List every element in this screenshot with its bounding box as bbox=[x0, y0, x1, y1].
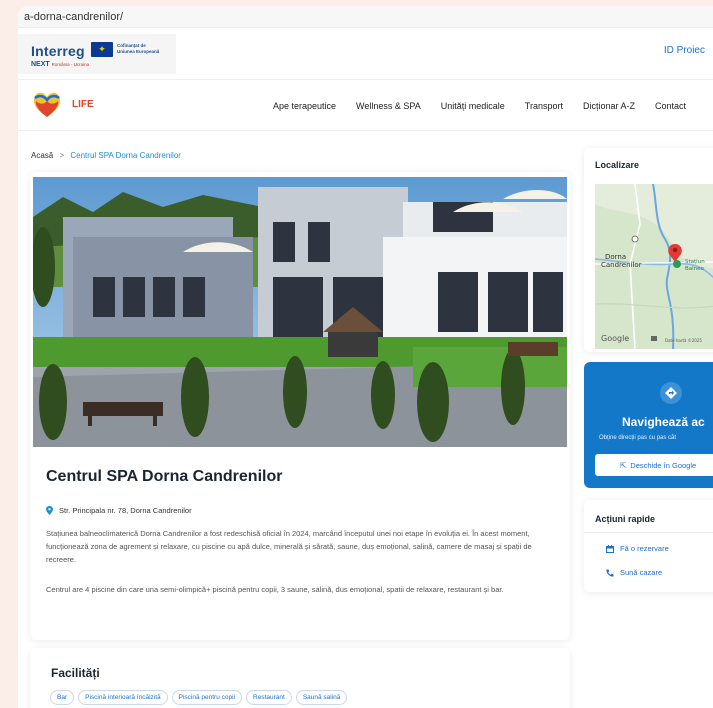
facilities-card: Facilități Bar Piscină interioară încălz… bbox=[30, 648, 570, 708]
nav-item-unitati-medicale[interactable]: Unități medicale bbox=[441, 101, 505, 111]
call-accommodation-label: Sună cazare bbox=[620, 568, 663, 577]
directions-icon bbox=[660, 382, 682, 404]
location-card: Localizare Dorna Candrenilor Stațiun Bal… bbox=[584, 148, 713, 352]
facilities-tags: Bar Piscină interioară încălzită Piscină… bbox=[50, 690, 348, 705]
nav-item-transport[interactable]: Transport bbox=[525, 101, 563, 111]
svg-text:Balneo: Balneo bbox=[685, 266, 705, 272]
spa-detail-card: Centrul SPA Dorna Candrenilor Str. Princ… bbox=[30, 172, 570, 640]
breadcrumb-current: Centrul SPA Dorna Candrenilor bbox=[70, 151, 181, 160]
facility-tag: Restaurant bbox=[246, 690, 292, 705]
spa-title: Centrul SPA Dorna Candrenilor bbox=[46, 468, 283, 485]
quick-actions-title: Acțiuni rapide bbox=[595, 514, 656, 524]
make-reservation-button[interactable]: Fă o rezervare bbox=[606, 544, 669, 553]
facility-tag: Bar bbox=[50, 690, 75, 705]
external-map-icon: ⇱ bbox=[620, 460, 627, 470]
nav-item-ape-terapeutice[interactable]: Ape terapeutice bbox=[273, 101, 336, 111]
make-reservation-label: Fă o rezervare bbox=[620, 544, 669, 553]
open-google-maps-button[interactable]: ⇱ Deschide în Google bbox=[595, 454, 713, 476]
map-pin-icon bbox=[46, 506, 53, 515]
nav-item-dictionar[interactable]: Dicționar A-Z bbox=[583, 101, 635, 111]
partner-header: Interreg ✦ Cofinanțat de Uniunea European… bbox=[18, 28, 713, 80]
map-data-credit: Date hartă ©2025 bbox=[665, 338, 702, 343]
url-text: a-dorna-candrenilor/ bbox=[24, 11, 124, 23]
nav-item-wellness-spa[interactable]: Wellness & SPA bbox=[356, 101, 421, 111]
divider bbox=[584, 532, 713, 533]
calendar-icon bbox=[606, 544, 614, 553]
breadcrumb-separator: > bbox=[59, 151, 65, 160]
phone-icon bbox=[606, 569, 614, 577]
nav-menu: Ape terapeutice Wellness & SPA Unități m… bbox=[273, 101, 706, 111]
map-label-town: Dorna bbox=[605, 253, 626, 261]
interreg-wordmark: Interreg bbox=[31, 43, 85, 59]
call-accommodation-button[interactable]: Sună cazare bbox=[606, 568, 662, 577]
open-google-label: Deschide în Google bbox=[630, 460, 697, 470]
description-paragraph-2: Centrul are 4 piscine din care una semi-… bbox=[46, 585, 504, 594]
navigate-title: Navighează ac bbox=[622, 415, 705, 429]
address-text: Str. Principala nr. 78, Dorna Candrenilo… bbox=[59, 506, 192, 515]
map-graphic: Dorna Candrenilor Stațiun Balneo Google … bbox=[595, 184, 713, 349]
eu-cofinanced-text: Cofinanțat de Uniunea Europeană bbox=[117, 43, 160, 54]
life-heart-logo-icon[interactable] bbox=[31, 89, 63, 119]
address-bar[interactable]: a-dorna-candrenilor/ bbox=[18, 6, 713, 28]
next-wordmark: NEXT România - Ucraina bbox=[31, 61, 90, 68]
breadcrumb-home[interactable]: Acasă bbox=[31, 151, 53, 160]
main-nav: LIFE Ape terapeutice Wellness & SPA Unit… bbox=[18, 81, 713, 131]
map-label-poi: Stațiun bbox=[685, 259, 705, 265]
description-paragraph-1: Stațiunea balneoclimaterică Dorna Candre… bbox=[46, 529, 532, 564]
spa-address: Str. Principala nr. 78, Dorna Candrenilo… bbox=[46, 506, 192, 515]
facility-tag: Piscină pentru copii bbox=[171, 690, 243, 705]
location-title: Localizare bbox=[595, 160, 640, 170]
eu-flag-icon: ✦ bbox=[91, 42, 113, 57]
svg-text:Candrenilor: Candrenilor bbox=[601, 261, 642, 269]
nav-item-contact[interactable]: Contact bbox=[655, 101, 686, 111]
facilities-title: Facilități bbox=[51, 666, 100, 680]
browser-frame: a-dorna-candrenilor/ Interreg ✦ Cofinanț… bbox=[18, 6, 713, 708]
spa-hero-photo bbox=[33, 177, 567, 447]
google-logo: Google bbox=[601, 334, 629, 343]
location-map[interactable]: Dorna Candrenilor Stațiun Balneo Google … bbox=[595, 184, 713, 349]
facility-tag: Saună salină bbox=[295, 690, 348, 705]
navigate-card: Navighează ac Obține direcții pas cu pas… bbox=[584, 362, 713, 488]
id-project-link[interactable]: ID Proiec bbox=[664, 45, 705, 56]
navigate-subtitle: Obține direcții pas cu pas căt bbox=[599, 435, 677, 441]
life-brand-text[interactable]: LIFE bbox=[72, 99, 94, 110]
interreg-logo[interactable]: Interreg ✦ Cofinanțat de Uniunea European… bbox=[18, 34, 176, 74]
quick-actions-card: Acțiuni rapide Fă o rezervare Sună cazar… bbox=[584, 500, 713, 592]
breadcrumb: Acasă > Centrul SPA Dorna Candrenilor bbox=[31, 151, 181, 160]
facility-tag: Piscină interioară încălzită bbox=[78, 690, 168, 705]
